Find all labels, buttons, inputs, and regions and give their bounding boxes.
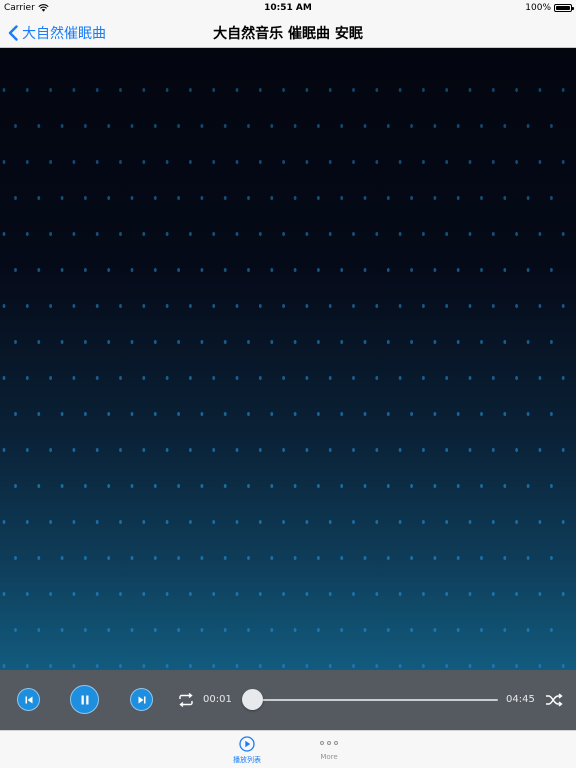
tab-playlist-label: 播放列表 [233, 756, 261, 764]
audio-visualizer [0, 48, 576, 670]
status-bar: Carrier 10:51 AM 100% [0, 0, 576, 16]
navigation-bar: 大自然催眠曲 大自然音乐 催眠曲 安眠 [0, 16, 576, 48]
next-track-button[interactable] [130, 688, 153, 711]
more-dots-icon [320, 736, 338, 750]
status-time: 10:51 AM [264, 3, 312, 13]
tab-bar: 播放列表 More [0, 730, 576, 768]
pause-button[interactable] [70, 685, 99, 714]
battery-fill [556, 6, 570, 10]
skip-previous-icon [25, 696, 32, 703]
shuffle-icon[interactable] [545, 692, 563, 708]
play-circle-icon [239, 736, 255, 752]
progress-track[interactable] [252, 699, 498, 701]
battery-percent: 100% [525, 3, 551, 13]
current-time: 00:01 [203, 694, 232, 705]
status-battery: 100% [525, 3, 574, 13]
player-controls: 00:01 04:45 [0, 670, 576, 730]
skip-next-icon [138, 696, 145, 703]
battery-icon [554, 4, 574, 12]
previous-track-button[interactable] [17, 688, 40, 711]
pause-icon [81, 695, 88, 704]
page-title: 大自然音乐 催眠曲 安眠 [213, 26, 363, 42]
visualizer-dot-grid [2, 88, 565, 668]
tab-playlist[interactable]: 播放列表 [217, 736, 277, 765]
repeat-icon[interactable] [177, 692, 195, 708]
tab-more[interactable]: More [299, 736, 359, 761]
total-time: 04:45 [506, 694, 535, 705]
progress-slider-thumb[interactable] [242, 689, 263, 710]
tab-more-label: More [320, 753, 338, 761]
